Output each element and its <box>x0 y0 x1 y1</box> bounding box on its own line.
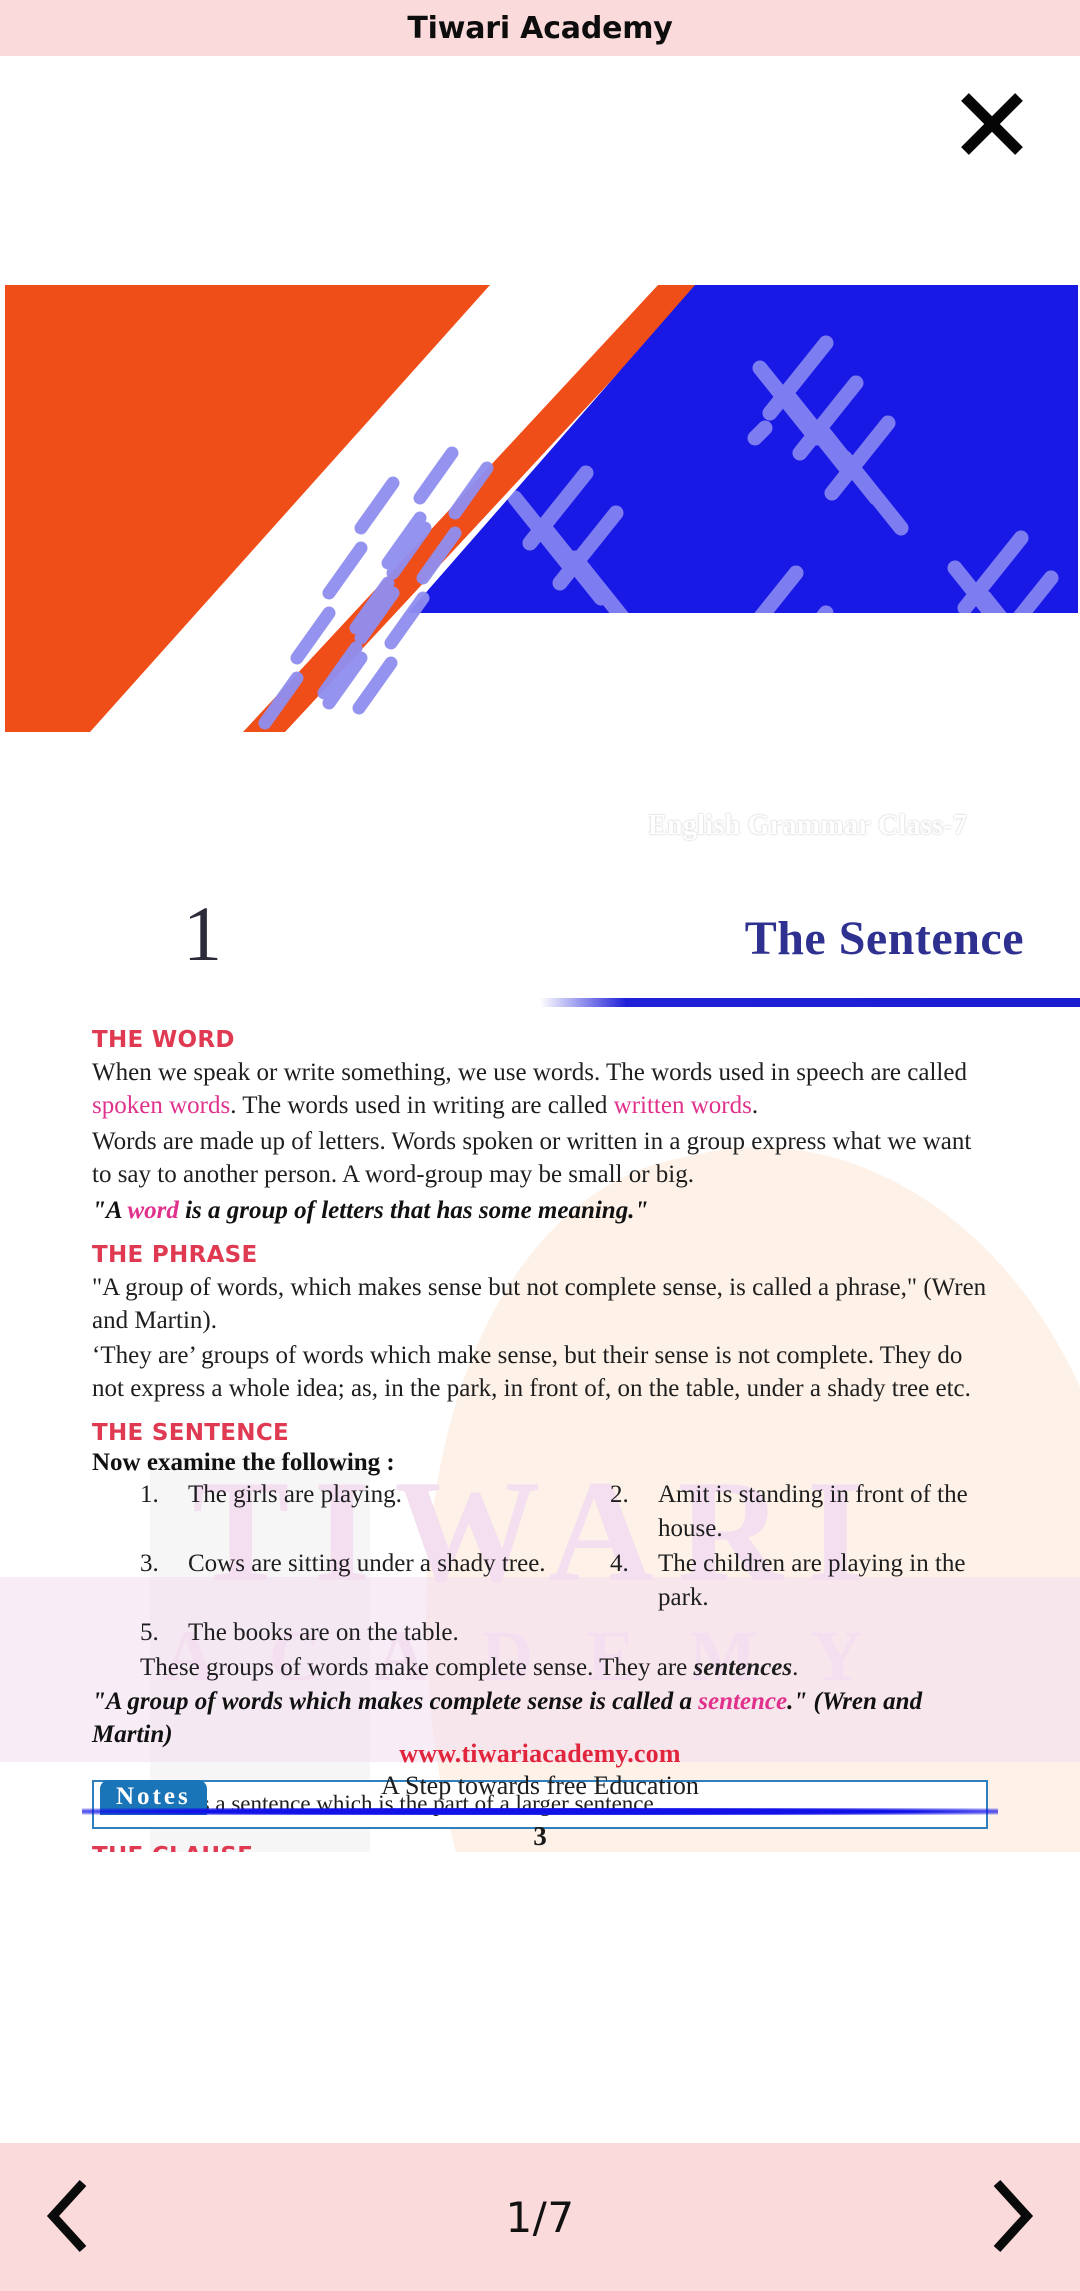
app-root: Tiwari Academy English Grammar Class-7 1… <box>0 0 1080 2291</box>
section-heading-the-word: THE WORD <box>92 1027 235 1053</box>
item-text: The books are on the table. <box>188 1618 459 1646</box>
the-word-paragraph-2: Words are made up of letters. Words spok… <box>92 1127 972 1188</box>
tw-p1-b: . The words used in writing are called <box>230 1092 614 1120</box>
section-heading-the-sentence: THE SENTENCE <box>92 1419 290 1446</box>
title-underline-rule <box>540 998 1080 1007</box>
footer-page-number: 3 <box>533 1821 547 1851</box>
list-item: 4. The children are playing in the park. <box>610 1547 988 1616</box>
tw-p1-a: When we speak or write something, we use… <box>92 1059 967 1086</box>
close-button[interactable] <box>944 76 1040 172</box>
item-number: 2. <box>610 1480 629 1508</box>
subject-label: English Grammar Class-7 <box>648 810 968 841</box>
footer-divider-rule <box>82 1808 998 1815</box>
item-number: 1. <box>140 1480 159 1508</box>
footer-website-url: www.tiwariacademy.com <box>399 1739 681 1768</box>
chevron-left-icon <box>43 2177 97 2258</box>
ts-c-a: These groups of words make complete sens… <box>140 1654 694 1681</box>
tw-p1-c: . <box>751 1092 759 1120</box>
the-phrase-paragraph-2: ‘They are’ groups of words which make se… <box>92 1342 971 1403</box>
item-number: 4. <box>610 1549 629 1577</box>
chapter-banner-graphic <box>0 283 1080 732</box>
footer-tagline: A Step towards free Education <box>381 1771 699 1800</box>
tw-q-b: is a group of letters that has some mean… <box>178 1197 649 1224</box>
tw-p1-spoken-words: spoken words <box>92 1092 231 1120</box>
the-sentence-examples: 1. The girls are playing. 2. Amit is stand… <box>92 1478 988 1651</box>
page-content: THE WORD When we speak or write somethin… <box>92 1027 988 1852</box>
previous-page-button[interactable] <box>22 2169 118 2265</box>
chevron-right-icon <box>983 2177 1037 2258</box>
list-item: 5. The books are on the table. <box>140 1616 610 1651</box>
item-number: 3. <box>140 1549 159 1577</box>
document-page[interactable]: English Grammar Class-7 1 The Sentence T… <box>0 283 1080 1852</box>
section-heading-the-phrase: THE PHRASE <box>92 1241 258 1268</box>
list-item: 2. Amit is standing in front of the house… <box>610 1478 988 1547</box>
close-icon <box>956 88 1028 160</box>
banner-shapes <box>5 285 1078 732</box>
orange-triangle <box>5 285 490 732</box>
chapter-number: 1 <box>183 890 222 977</box>
item-text: Cows are sitting under a shady tree. <box>188 1549 546 1577</box>
ts-d-sentence: sentence <box>698 1688 788 1715</box>
tw-p1-written-words: written words <box>613 1092 752 1120</box>
the-phrase-paragraph-1: "A group of words, which makes sense but… <box>92 1273 987 1334</box>
item-number: 5. <box>140 1618 159 1646</box>
tw-q-word: word <box>127 1197 179 1224</box>
list-item: 1. The girls are playing. <box>140 1478 610 1547</box>
document-footer: www.tiwariacademy.com A Step towards fre… <box>0 1739 1080 1852</box>
tw-q-a: "A <box>92 1197 128 1224</box>
item-text: The children are playing in the park. <box>658 1549 966 1612</box>
ts-c-sentences: sentences <box>693 1654 793 1681</box>
ts-d-a: "A group of words which makes complete s… <box>92 1688 699 1715</box>
ts-c-b: . <box>792 1654 799 1681</box>
item-text: The girls are playing. <box>188 1480 402 1508</box>
item-text: Amit is standing in front of the house. <box>658 1480 968 1543</box>
next-page-button[interactable] <box>962 2169 1058 2265</box>
list-item: 3. Cows are sitting under a shady tree. <box>140 1547 610 1616</box>
the-sentence-subheading: Now examine the following : <box>92 1448 395 1476</box>
page-body: TIWARI ACADEMY THE WORD When we speak or… <box>0 1027 1080 1852</box>
the-word-paragraph-1: When we speak or write something, we use… <box>92 1056 988 1123</box>
page-indicator: 1/7 <box>505 2192 575 2242</box>
chapter-title: The Sentence <box>744 912 1024 965</box>
app-title: Tiwari Academy <box>407 10 673 46</box>
app-header-bar: Tiwari Academy <box>0 0 1080 56</box>
the-sentence-closing-note: These groups of words make complete sens… <box>92 1654 988 1682</box>
the-word-definition-quote: "A word is a group of letters that has s… <box>92 1195 988 1228</box>
bottom-navigation-bar: 1/7 <box>0 2143 1080 2291</box>
